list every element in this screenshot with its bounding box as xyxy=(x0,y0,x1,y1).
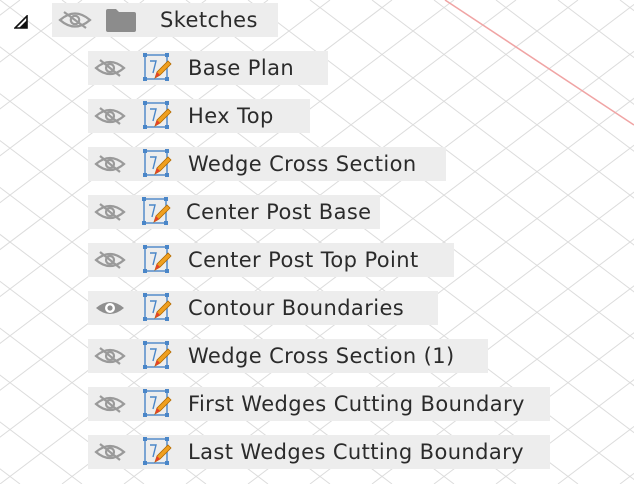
sketch-icon xyxy=(140,196,172,228)
sketch-icon xyxy=(140,388,174,420)
sketch-label: Wedge Cross Section xyxy=(188,152,417,176)
sketch-node[interactable]: Center Post Base xyxy=(88,195,380,229)
eye-hidden-icon[interactable] xyxy=(94,154,126,174)
sketch-label: Center Post Base xyxy=(186,200,372,224)
eye-hidden-icon[interactable] xyxy=(94,442,126,462)
sketch-label: Hex Top xyxy=(188,104,274,128)
sketch-icon xyxy=(140,340,174,372)
sketch-label: Contour Boundaries xyxy=(188,296,405,320)
eye-hidden-icon[interactable] xyxy=(94,202,126,222)
folder-label: Sketches xyxy=(160,8,258,32)
sketch-node[interactable]: Hex Top xyxy=(88,99,310,133)
sketch-icon xyxy=(140,52,174,84)
eye-visible-icon[interactable] xyxy=(94,298,126,318)
sketch-label: Wedge Cross Section (1) xyxy=(188,344,455,368)
sketch-icon xyxy=(140,244,174,276)
eye-hidden-icon[interactable] xyxy=(94,106,126,126)
triangle-expanded-icon[interactable] xyxy=(14,15,28,29)
sketch-node[interactable]: Contour Boundaries xyxy=(88,291,438,325)
sketch-node[interactable]: Center Post Top Point xyxy=(88,243,454,277)
sketch-icon xyxy=(140,148,174,180)
sketch-node[interactable]: Last Wedges Cutting Boundary xyxy=(88,435,550,469)
browser-tree: Sketches Base Plan Hex Top Wedge Cross S… xyxy=(0,0,634,484)
sketch-label: Last Wedges Cutting Boundary xyxy=(188,440,524,464)
sketch-label: First Wedges Cutting Boundary xyxy=(188,392,525,416)
sketch-node[interactable]: Wedge Cross Section (1) xyxy=(88,339,488,373)
folder-icon xyxy=(104,4,138,36)
sketch-icon xyxy=(140,100,174,132)
eye-hidden-icon[interactable] xyxy=(94,394,126,414)
sketches-folder-node[interactable]: Sketches xyxy=(52,3,278,37)
sketch-node[interactable]: First Wedges Cutting Boundary xyxy=(88,387,550,421)
eye-hidden-icon[interactable] xyxy=(94,58,126,78)
sketch-node[interactable]: Base Plan xyxy=(88,51,328,85)
eye-hidden-icon[interactable] xyxy=(94,346,126,366)
sketch-node[interactable]: Wedge Cross Section xyxy=(88,147,446,181)
sketch-icon xyxy=(140,436,174,468)
sketch-icon xyxy=(140,292,174,324)
eye-hidden-icon[interactable] xyxy=(58,10,92,30)
sketch-label: Base Plan xyxy=(188,56,295,80)
eye-hidden-icon[interactable] xyxy=(94,250,126,270)
sketch-label: Center Post Top Point xyxy=(188,248,419,272)
